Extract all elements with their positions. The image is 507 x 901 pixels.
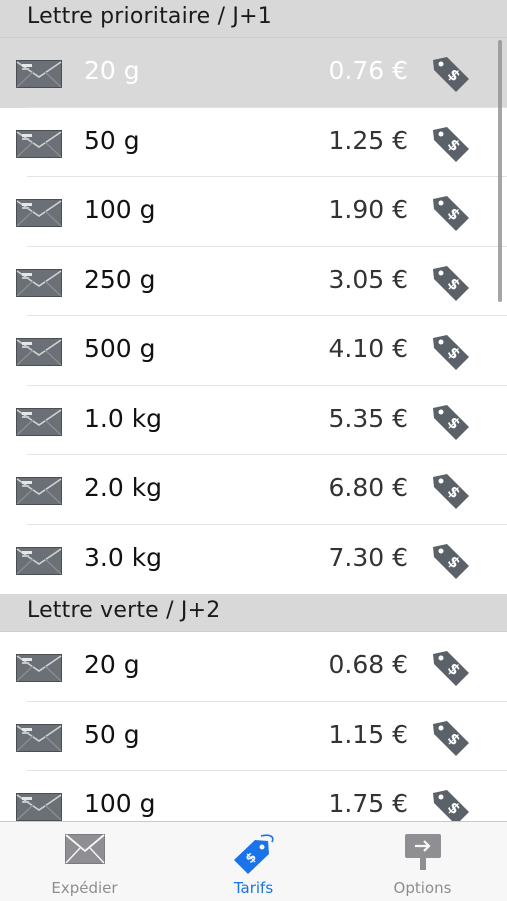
tariff-row[interactable]: 50 g 1.15 € $ [0, 701, 507, 771]
price-label: 1.25 € [328, 125, 408, 155]
envelope-icon [16, 546, 62, 575]
tariff-list[interactable]: Lettre prioritaire / J+1 20 g 0.76 € $ 5… [0, 0, 507, 821]
tariff-row[interactable]: 500 g 4.10 € $ [0, 316, 507, 386]
weight-label: 3.0 kg [84, 542, 163, 572]
envelope-icon [16, 723, 62, 752]
price-tag-icon[interactable]: $ [429, 124, 473, 164]
price-tag-icon[interactable]: $ [429, 263, 473, 303]
tab-label: Tarifs [233, 879, 274, 897]
envelope-icon [64, 834, 105, 864]
price-tag-icon[interactable]: $ [429, 471, 473, 511]
price-label: 1.15 € [328, 719, 408, 749]
envelope-icon [16, 268, 62, 297]
tariff-row[interactable]: 250 g 3.05 € $ [0, 246, 507, 316]
section-title: Lettre verte / J+2 [27, 598, 221, 623]
price-tag-icon[interactable]: $ [429, 54, 473, 94]
price-label: 5.35 € [328, 403, 408, 433]
weight-label: 20 g [84, 56, 140, 85]
weight-label: 500 g [84, 334, 156, 363]
tab-options[interactable]: Options [338, 822, 507, 901]
tab-tarifs[interactable]: $ Tarifs [169, 822, 338, 901]
weight-label: 100 g [84, 789, 156, 818]
price-label: 1.75 € [328, 789, 408, 818]
price-tag-icon[interactable]: $ [429, 402, 473, 442]
envelope-icon [16, 129, 62, 158]
price-tag-icon[interactable]: $ [429, 193, 473, 233]
tab-expedier[interactable]: Expédier [0, 822, 169, 901]
price-tag-icon[interactable]: $ [429, 332, 473, 372]
price-label: 6.80 € [328, 473, 408, 502]
weight-label: 2.0 kg [84, 473, 163, 502]
price-label: 4.10 € [328, 334, 408, 363]
tariff-row[interactable]: 100 g 1.75 € $ [0, 771, 507, 821]
tab-label: Options [393, 879, 452, 897]
price-tag-icon[interactable]: $ [429, 541, 473, 581]
tab-bar: Expédier $ Tarifs Options [0, 821, 507, 901]
envelope-icon [16, 793, 62, 821]
envelope-icon [16, 338, 62, 366]
tariff-row[interactable]: 100 g 1.90 € $ [0, 177, 507, 247]
weight-label: 1.0 kg [84, 403, 163, 433]
signpost-icon [404, 834, 441, 870]
weight-label: 50 g [84, 125, 140, 155]
price-tag-icon[interactable]: $ [429, 787, 473, 821]
section-header-prioritaire: Lettre prioritaire / J+1 [0, 0, 507, 38]
tab-label: Expédier [51, 879, 118, 897]
price-label: 0.68 € [328, 650, 408, 679]
envelope-icon [16, 654, 62, 682]
envelope-icon [16, 60, 62, 88]
section-header-verte: Lettre verte / J+2 [0, 594, 507, 632]
scrollbar[interactable] [498, 40, 502, 302]
weight-label: 20 g [84, 650, 140, 679]
price-label: 7.30 € [328, 542, 408, 572]
tariff-row[interactable]: 2.0 kg 6.80 € $ [0, 455, 507, 525]
envelope-icon [16, 199, 62, 227]
price-label: 0.76 € [328, 56, 408, 85]
weight-label: 100 g [84, 195, 156, 224]
weight-label: 50 g [84, 719, 140, 749]
tariff-row[interactable]: 50 g 1.25 € $ [0, 107, 507, 177]
tariff-row[interactable]: 20 g 0.76 € $ [0, 38, 507, 108]
price-tag-icon: $ [233, 834, 274, 874]
envelope-icon [16, 477, 62, 505]
envelope-icon [16, 407, 62, 436]
section-title: Lettre prioritaire / J+1 [27, 4, 272, 29]
price-label: 1.90 € [328, 195, 408, 224]
tariff-row[interactable]: 20 g 0.68 € $ [0, 632, 507, 702]
price-tag-icon[interactable]: $ [429, 648, 473, 688]
tariff-row[interactable]: 1.0 kg 5.35 € $ [0, 385, 507, 455]
price-label: 3.05 € [328, 264, 408, 294]
price-tag-icon[interactable]: $ [429, 718, 473, 758]
weight-label: 250 g [84, 264, 156, 294]
tariff-row[interactable]: 3.0 kg 7.30 € $ [0, 524, 507, 594]
